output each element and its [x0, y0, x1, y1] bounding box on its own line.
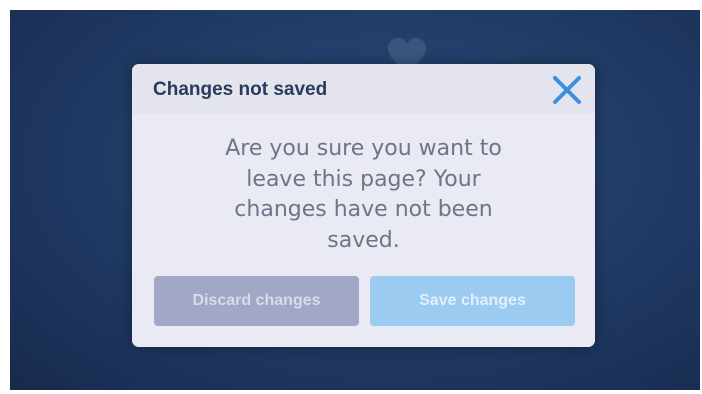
photo-frame: Changes not saved Are you sure you want …	[0, 0, 702, 394]
dialog-title: Changes not saved	[153, 79, 328, 100]
discard-changes-button[interactable]: Discard changes	[154, 276, 359, 326]
close-button[interactable]	[549, 74, 585, 106]
close-icon	[553, 76, 581, 104]
save-changes-button[interactable]: Save changes	[370, 276, 575, 326]
dialog-header: Changes not saved	[132, 64, 595, 114]
dialog-message: Are you sure you want to leave this page…	[225, 136, 502, 253]
unsaved-changes-dialog: Changes not saved Are you sure you want …	[132, 64, 595, 347]
screen-backdrop: Changes not saved Are you sure you want …	[10, 10, 700, 390]
